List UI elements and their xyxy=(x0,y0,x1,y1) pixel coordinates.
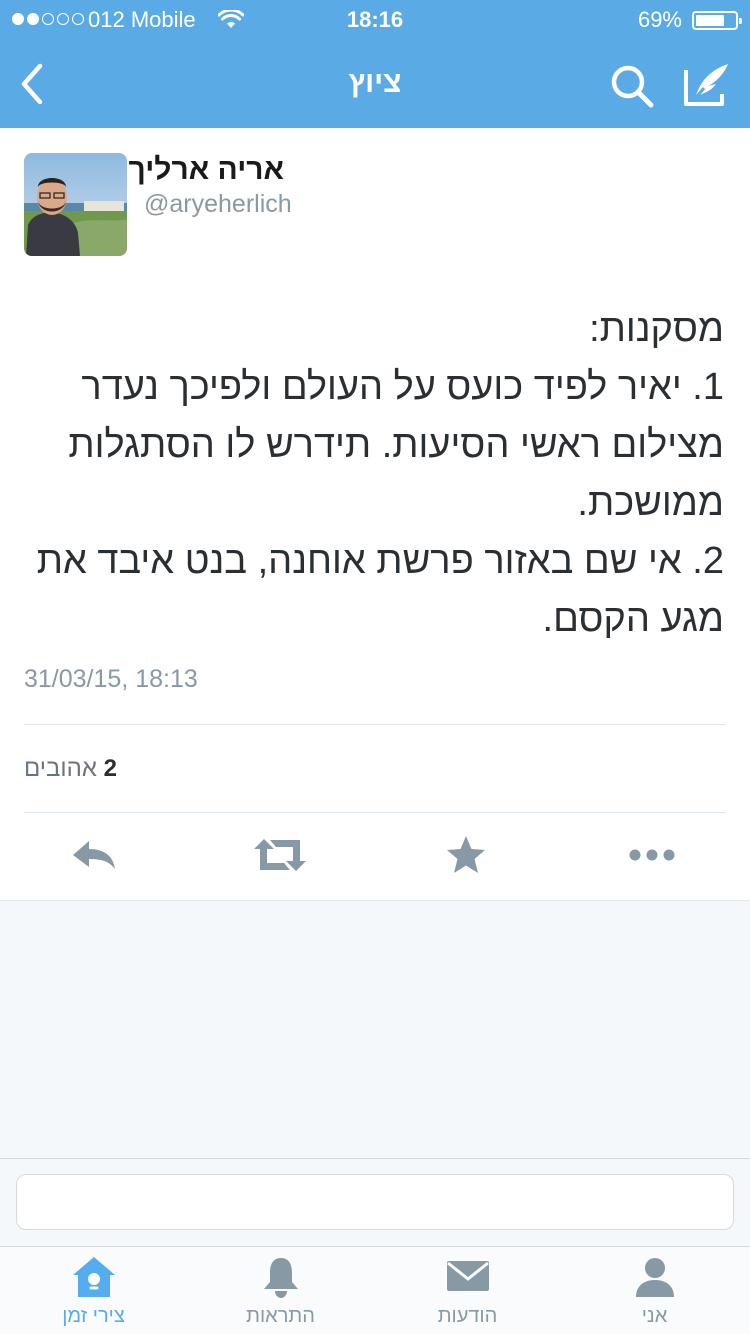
tab-notifications[interactable]: התראות xyxy=(187,1247,374,1334)
home-icon xyxy=(72,1257,115,1297)
tab-timelines[interactable]: צירי זמן xyxy=(0,1247,187,1334)
bell-icon xyxy=(263,1258,298,1298)
tab-bar: צירי זמן התראות הודעות אני xyxy=(0,1246,750,1334)
author-handle[interactable]: @aryeherlich xyxy=(144,190,292,219)
tweet-timestamp: 31/03/15, 18:13 xyxy=(24,665,198,693)
reply-icon xyxy=(73,841,115,869)
tab-label: התראות xyxy=(246,1305,315,1327)
tweet-line: 2. אי שם באזור פרשת אוחנה, בנט איבד את xyxy=(36,540,724,582)
tab-label: צירי זמן xyxy=(62,1305,125,1327)
favorite-button[interactable] xyxy=(436,830,496,880)
likes-count: 2 xyxy=(103,755,117,782)
tweet-line: ממושכת. xyxy=(577,482,724,524)
nav-bar: ציוץ xyxy=(0,40,750,128)
tweet-line: מגע הקסם. xyxy=(542,598,724,640)
more-button[interactable] xyxy=(622,830,682,880)
tweet-line: מצילום ראשי הסיעות. תידרש לו הסתגלות xyxy=(68,424,724,466)
battery-percent: 69% xyxy=(637,7,682,32)
more-icon xyxy=(629,849,675,861)
tweet-line: מסקנות: xyxy=(589,308,724,350)
reply-button[interactable] xyxy=(64,830,124,880)
battery-icon xyxy=(692,11,742,30)
author-name[interactable]: אריה ארליך xyxy=(129,153,284,187)
compose-button[interactable] xyxy=(682,60,732,110)
top-bar: 012 Mobile 18:16 69% ציוץ xyxy=(0,0,750,128)
compose-icon xyxy=(684,64,728,106)
likes-label: אהובים xyxy=(24,755,97,782)
tab-me[interactable]: אני xyxy=(561,1247,748,1334)
tab-messages[interactable]: הודעות xyxy=(374,1247,561,1334)
likes-count-link[interactable]: 2 אהובים xyxy=(24,755,117,783)
tab-label: הודעות xyxy=(437,1305,498,1327)
tab-label: אני xyxy=(641,1305,668,1327)
search-button[interactable] xyxy=(608,62,656,110)
search-icon xyxy=(611,65,654,108)
person-icon xyxy=(635,1258,674,1297)
reply-input[interactable] xyxy=(16,1174,734,1230)
divider xyxy=(24,724,726,725)
avatar[interactable] xyxy=(24,153,127,256)
envelope-icon xyxy=(446,1261,489,1291)
tweet-text: מסקנות: 1. יאיר לפיד כועס על העולם ולפיכ… xyxy=(24,300,724,648)
divider xyxy=(0,1158,750,1159)
status-bar: 012 Mobile 18:16 69% xyxy=(0,0,750,40)
tweet-line: 1. יאיר לפיד כועס על העולם ולפיכך נעדר xyxy=(81,366,724,408)
divider xyxy=(24,812,726,813)
favorite-icon xyxy=(447,836,485,873)
retweet-button[interactable] xyxy=(250,830,310,880)
retweet-icon xyxy=(254,839,306,871)
